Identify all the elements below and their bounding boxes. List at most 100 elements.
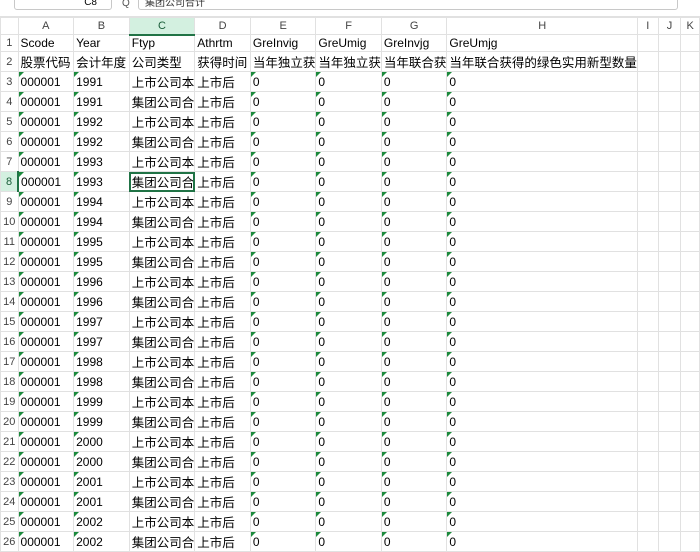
row-header[interactable]: 10 <box>0 211 19 232</box>
cell-i12[interactable] <box>636 251 659 272</box>
cell-g7[interactable]: 0 <box>380 151 448 172</box>
cell-b18[interactable]: 1998 <box>73 371 130 392</box>
cell-i5[interactable] <box>636 111 659 132</box>
column-header-f[interactable]: F <box>315 17 382 35</box>
cell-j7[interactable] <box>657 151 682 172</box>
cell-h5[interactable]: 0 <box>446 111 638 132</box>
cell-c11[interactable]: 上市公司本 <box>128 231 196 252</box>
cell-g11[interactable]: 0 <box>380 231 448 252</box>
cell-k6[interactable] <box>680 131 700 152</box>
cell-a14[interactable]: 000001 <box>17 291 75 312</box>
cell-a4[interactable]: 000001 <box>17 91 75 112</box>
cell-k23[interactable] <box>680 471 700 492</box>
cell-b9[interactable]: 1994 <box>73 191 130 212</box>
cell-k12[interactable] <box>680 251 700 272</box>
cell-i10[interactable] <box>636 211 659 232</box>
cell-k10[interactable] <box>680 211 700 232</box>
cell-d20[interactable]: 上市后 <box>194 411 251 432</box>
cell-c22[interactable]: 集团公司合 <box>128 451 196 472</box>
cell-b4[interactable]: 1991 <box>73 91 130 112</box>
cell-f5[interactable]: 0 <box>315 111 382 132</box>
cell-e6[interactable]: 0 <box>249 131 317 152</box>
cell-b3[interactable]: 1991 <box>73 71 130 92</box>
cell-d6[interactable]: 上市后 <box>194 131 251 152</box>
cell-g20[interactable]: 0 <box>380 411 448 432</box>
cell-c23[interactable]: 上市公司本 <box>128 471 196 492</box>
cell-f16[interactable]: 0 <box>315 331 382 352</box>
cell-i13[interactable] <box>636 271 659 292</box>
cell-d11[interactable]: 上市后 <box>194 231 251 252</box>
cell-i23[interactable] <box>636 471 659 492</box>
cell-h4[interactable]: 0 <box>446 91 638 112</box>
cell-g1[interactable]: GreInvjg <box>380 34 448 52</box>
cell-e8[interactable]: 0 <box>249 171 317 192</box>
cell-k4[interactable] <box>680 91 700 112</box>
cell-i16[interactable] <box>636 331 659 352</box>
cell-j24[interactable] <box>657 491 682 512</box>
cell-d4[interactable]: 上市后 <box>194 91 251 112</box>
row-header[interactable]: 5 <box>0 111 19 132</box>
cell-d18[interactable]: 上市后 <box>194 371 251 392</box>
cell-i26[interactable] <box>636 531 659 552</box>
cell-d24[interactable]: 上市后 <box>194 491 251 512</box>
cell-b12[interactable]: 1995 <box>73 251 130 272</box>
cell-e26[interactable]: 0 <box>249 531 317 552</box>
cell-c10[interactable]: 集团公司合 <box>128 211 196 232</box>
cell-a3[interactable]: 000001 <box>17 71 75 92</box>
cell-i22[interactable] <box>636 451 659 472</box>
cell-a22[interactable]: 000001 <box>17 451 75 472</box>
cell-f17[interactable]: 0 <box>315 351 382 372</box>
cell-j9[interactable] <box>657 191 682 212</box>
cell-g25[interactable]: 0 <box>380 511 448 532</box>
cell-i18[interactable] <box>636 371 659 392</box>
cell-c2[interactable]: 公司类型 <box>128 51 196 72</box>
cell-f22[interactable]: 0 <box>315 451 382 472</box>
row-header[interactable]: 19 <box>0 391 19 412</box>
cell-k7[interactable] <box>680 151 700 172</box>
cell-f6[interactable]: 0 <box>315 131 382 152</box>
cell-k24[interactable] <box>680 491 700 512</box>
cell-c21[interactable]: 上市公司本 <box>128 431 196 452</box>
cell-a5[interactable]: 000001 <box>17 111 75 132</box>
cell-k8[interactable] <box>680 171 700 192</box>
cell-c20[interactable]: 集团公司合 <box>128 411 196 432</box>
cell-g13[interactable]: 0 <box>380 271 448 292</box>
cell-c13[interactable]: 上市公司本 <box>128 271 196 292</box>
cell-g6[interactable]: 0 <box>380 131 448 152</box>
cell-b6[interactable]: 1992 <box>73 131 130 152</box>
cell-c9[interactable]: 上市公司本 <box>128 191 196 212</box>
cell-j14[interactable] <box>657 291 682 312</box>
cell-a15[interactable]: 000001 <box>17 311 75 332</box>
row-header[interactable]: 3 <box>0 71 19 92</box>
cell-d8[interactable]: 上市后 <box>194 171 251 192</box>
cell-j2[interactable] <box>657 51 682 72</box>
cell-j3[interactable] <box>657 71 682 92</box>
cell-b11[interactable]: 1995 <box>73 231 130 252</box>
cell-h15[interactable]: 0 <box>446 311 638 332</box>
cell-a11[interactable]: 000001 <box>17 231 75 252</box>
cell-e10[interactable]: 0 <box>249 211 317 232</box>
row-header[interactable]: 18 <box>0 371 19 392</box>
cell-e25[interactable]: 0 <box>249 511 317 532</box>
cell-h7[interactable]: 0 <box>446 151 638 172</box>
cell-h24[interactable]: 0 <box>446 491 638 512</box>
column-header-g[interactable]: G <box>380 17 448 35</box>
cell-f20[interactable]: 0 <box>315 411 382 432</box>
column-header-b[interactable]: B <box>73 17 130 35</box>
cell-e17[interactable]: 0 <box>249 351 317 372</box>
row-header[interactable]: 11 <box>0 231 19 252</box>
cell-k22[interactable] <box>680 451 700 472</box>
cell-g5[interactable]: 0 <box>380 111 448 132</box>
cell-j23[interactable] <box>657 471 682 492</box>
cell-e18[interactable]: 0 <box>249 371 317 392</box>
cell-h23[interactable]: 0 <box>446 471 638 492</box>
cell-g26[interactable]: 0 <box>380 531 448 552</box>
cell-j21[interactable] <box>657 431 682 452</box>
cell-c16[interactable]: 集团公司合 <box>128 331 196 352</box>
cell-d14[interactable]: 上市后 <box>194 291 251 312</box>
row-header[interactable]: 20 <box>0 411 19 432</box>
cell-j18[interactable] <box>657 371 682 392</box>
cell-j6[interactable] <box>657 131 682 152</box>
row-header[interactable]: 23 <box>0 471 19 492</box>
cell-j4[interactable] <box>657 91 682 112</box>
